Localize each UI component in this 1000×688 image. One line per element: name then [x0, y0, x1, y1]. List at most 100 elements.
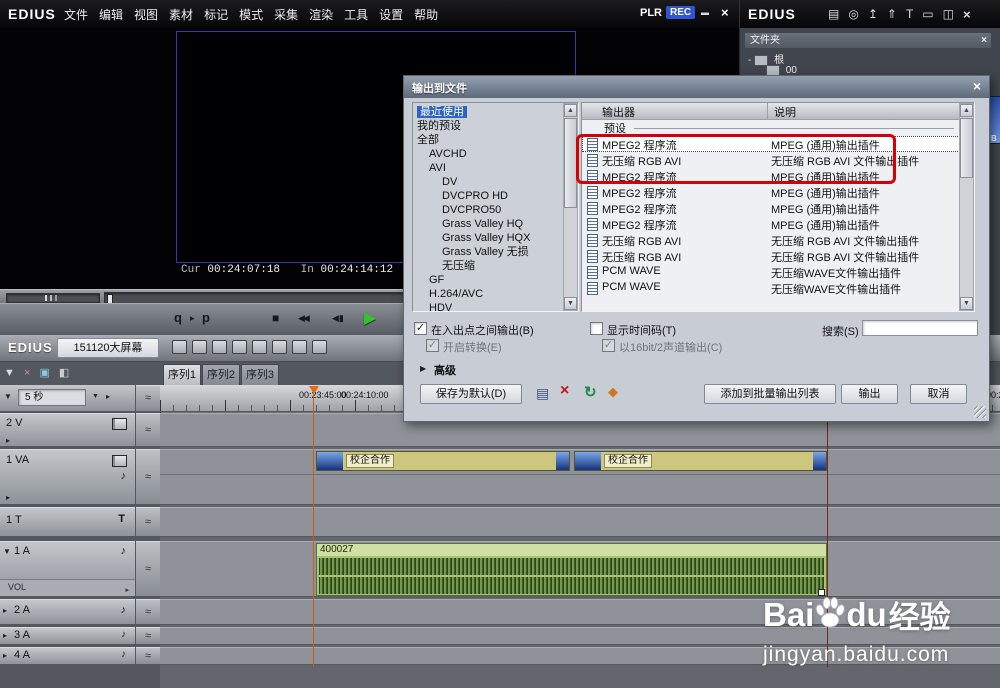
export-settings-icon[interactable]: ◆: [608, 384, 618, 400]
track-header-1va[interactable]: 1 VA ♪ ▸: [0, 449, 135, 505]
track-collapse-icon[interactable]: ▼: [3, 547, 11, 556]
monitor-icon[interactable]: ▭: [922, 7, 933, 21]
audio-part-icon[interactable]: ♪: [121, 470, 127, 482]
advanced-label[interactable]: 高级: [434, 362, 456, 378]
category-uncompressed[interactable]: 无压缩: [413, 259, 578, 273]
dialog-close-icon[interactable]: ×: [973, 78, 981, 94]
playhead-marker-icon[interactable]: [309, 386, 319, 394]
output-button[interactable]: 输出: [841, 384, 898, 404]
ripple-mode-icon[interactable]: ×: [24, 367, 30, 379]
save-default-button[interactable]: 保存为默认(D): [420, 384, 522, 404]
exporter-row[interactable]: PCM WAVE无压缩WAVE文件输出插件: [582, 280, 960, 296]
minimize-button[interactable]: ▬: [701, 8, 709, 17]
video-part-icon[interactable]: [112, 418, 127, 430]
category-gv-lossless[interactable]: Grass Valley 无损: [413, 245, 578, 259]
tool-paste-icon[interactable]: [292, 340, 307, 354]
track-2a-sub[interactable]: ≈: [136, 599, 160, 625]
video-clip-1[interactable]: 校企合作: [316, 451, 570, 471]
sequence-tab-2[interactable]: 序列2: [202, 364, 240, 385]
menu-item-mode[interactable]: 模式: [239, 6, 263, 23]
dialog-titlebar[interactable]: 输出到文件 ×: [404, 76, 989, 98]
audio-part-icon[interactable]: ♪: [121, 545, 127, 557]
category-avi[interactable]: AVI: [413, 161, 578, 175]
menu-item-tools[interactable]: 工具: [344, 6, 368, 23]
column-header-exporter[interactable]: 输出器: [602, 104, 635, 120]
tool-save-icon[interactable]: [232, 340, 247, 354]
track-header-2v[interactable]: 2 V ▸: [0, 413, 135, 447]
exporter-row[interactable]: MPEG2 程序流MPEG (通用)输出插件: [582, 216, 960, 232]
track-1t-sub[interactable]: ≈: [136, 507, 160, 537]
show-timecode-label[interactable]: 显示时间码(T): [607, 322, 676, 338]
close-button[interactable]: ×: [721, 5, 729, 20]
menu-item-file[interactable]: 文件: [64, 6, 88, 23]
between-inout-label[interactable]: 在入出点之间输出(B): [431, 322, 534, 338]
tool-cut-icon[interactable]: [252, 340, 267, 354]
new-folder-icon[interactable]: ▤: [828, 7, 839, 21]
plr-mode-label[interactable]: PLR: [640, 7, 662, 19]
scroll-down-icon[interactable]: ▼: [564, 297, 577, 310]
column-header-desc[interactable]: 说明: [774, 104, 796, 120]
cursor-mark-icon[interactable]: ▸: [190, 313, 195, 324]
category-avchd[interactable]: AVCHD: [413, 147, 578, 161]
scroll-up-icon[interactable]: ▲: [960, 104, 973, 117]
volume-row[interactable]: VOL ▸: [0, 579, 135, 596]
category-gv-hq[interactable]: Grass Valley HQ: [413, 217, 578, 231]
scale-expand-icon[interactable]: ▸: [106, 392, 110, 401]
bin-close-icon[interactable]: ×: [963, 7, 971, 22]
menu-item-marker[interactable]: 标记: [204, 6, 228, 23]
insert-mode-icon[interactable]: ▣: [39, 367, 49, 379]
rewind-button[interactable]: ◀◀: [298, 313, 308, 324]
track-expand-icon[interactable]: ▸: [6, 493, 10, 502]
menu-item-render[interactable]: 渲染: [309, 6, 333, 23]
category-scrollbar[interactable]: ▲ ▼: [563, 103, 578, 311]
table-scrollbar[interactable]: ▲ ▼: [959, 103, 974, 311]
track-1va-sub[interactable]: ≈: [136, 449, 160, 505]
track-4a-sub[interactable]: ≈: [136, 647, 160, 665]
tool-render-icon[interactable]: [212, 340, 227, 354]
audio-part-icon[interactable]: ♪: [121, 649, 126, 660]
text-tool-icon[interactable]: T: [906, 7, 913, 21]
sequence-tab-1[interactable]: 序列1: [163, 364, 201, 385]
menu-item-edit[interactable]: 编辑: [99, 6, 123, 23]
folder-panel-header[interactable]: 文件夹 ×: [745, 33, 991, 48]
exporter-row[interactable]: PCM WAVE无压缩WAVE文件输出插件: [582, 264, 960, 280]
track-expand-icon[interactable]: ▸: [3, 651, 7, 660]
cancel-button[interactable]: 取消: [910, 384, 967, 404]
between-inout-checkbox[interactable]: ✓: [414, 322, 427, 335]
tool-trim-icon[interactable]: [192, 340, 207, 354]
play-around-out-icon[interactable]: p: [202, 310, 210, 325]
audio-part-icon[interactable]: ♪: [121, 604, 127, 616]
play-around-in-icon[interactable]: q: [174, 310, 182, 325]
project-tab[interactable]: 151120大屏幕: [57, 338, 159, 358]
exporter-row[interactable]: MPEG2 程序流MPEG (通用)输出插件: [582, 184, 960, 200]
category-hdv[interactable]: HDV: [413, 301, 578, 315]
category-recent[interactable]: 最近使用: [413, 105, 578, 119]
exporter-row[interactable]: 无压缩 RGB AVI无压缩 RGB AVI 文件输出插件: [582, 248, 960, 264]
video-clip-2[interactable]: 校企合作: [574, 451, 827, 471]
advanced-expander-icon[interactable]: ▶: [420, 364, 426, 373]
timescale-sub-cell[interactable]: ≈: [136, 385, 160, 412]
category-gf[interactable]: GF: [413, 273, 578, 287]
track-expand-icon[interactable]: ▸: [6, 436, 10, 445]
export-icon[interactable]: ⇑: [887, 7, 897, 21]
category-h264[interactable]: H.264/AVC: [413, 287, 578, 301]
track-header-1a[interactable]: ▼ 1 A ♪ VOL ▸: [0, 541, 135, 597]
scroll-thumb[interactable]: [960, 118, 973, 178]
video-part-icon[interactable]: [112, 455, 127, 467]
save-preset-icon[interactable]: ▤: [536, 385, 549, 402]
exporter-row[interactable]: MPEG2 程序流MPEG (通用)输出插件: [582, 200, 960, 216]
rec-mode-badge[interactable]: REC: [666, 6, 695, 19]
track-header-3a[interactable]: ▸ 3 A ♪: [0, 627, 135, 645]
show-timecode-checkbox[interactable]: [590, 322, 603, 335]
tool-mode-icon[interactable]: [172, 340, 187, 354]
menu-item-clip[interactable]: 素材: [169, 6, 193, 23]
track-2v-sub[interactable]: ≈: [136, 413, 160, 447]
category-dvcpro50[interactable]: DVCPRO50: [413, 203, 578, 217]
tool-delete-icon[interactable]: [312, 340, 327, 354]
overwrite-mode-icon[interactable]: ◧: [59, 367, 69, 379]
category-dv[interactable]: DV: [413, 175, 578, 189]
menu-item-settings[interactable]: 设置: [379, 6, 403, 23]
track-header-4a[interactable]: ▸ 4 A ♪: [0, 647, 135, 665]
delete-preset-icon[interactable]: ×: [560, 382, 569, 400]
menu-item-view[interactable]: 视图: [134, 6, 158, 23]
